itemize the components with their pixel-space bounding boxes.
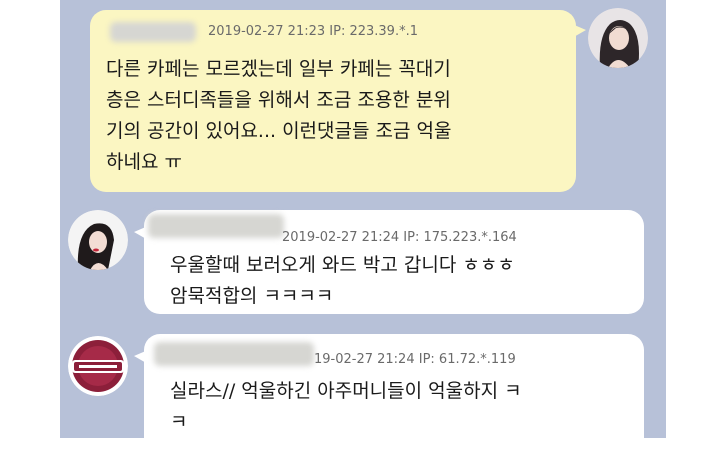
chat-bubble-2: 2019-02-27 21:24 IP: 175.223.*.164 우울할때 … bbox=[134, 210, 644, 314]
blurred-nickname bbox=[154, 342, 314, 366]
message-meta: 19-02-27 21:24 IP: 61.72.*.119 bbox=[314, 352, 516, 367]
message-line: 다른 카페는 모르겠는데 일부 카페는 꼭대기 bbox=[106, 58, 451, 80]
chat-bubble-1: 2019-02-27 21:23 IP: 223.39.*.1 다른 카페는 모… bbox=[90, 10, 586, 192]
message-line: ㅋ bbox=[170, 411, 188, 433]
message-meta: 2019-02-27 21:24 IP: 175.223.*.164 bbox=[282, 230, 517, 245]
message-line: 기의 공간이 있어요... 이런댓글들 조금 억울 bbox=[106, 120, 452, 142]
message-line: 암묵적합의 ㅋㅋㅋㅋ bbox=[170, 285, 334, 307]
chat-area: 2019-02-27 21:23 IP: 223.39.*.1 다른 카페는 모… bbox=[60, 0, 666, 438]
message-line: 실라스// 억울하긴 아주머니들이 억울하지 ㅋ bbox=[170, 380, 522, 402]
message-meta: 2019-02-27 21:23 IP: 223.39.*.1 bbox=[208, 24, 418, 39]
kiwoom-heroes-logo-icon[interactable] bbox=[68, 336, 128, 396]
profile-photo-woman-icon[interactable] bbox=[68, 210, 128, 270]
chat-bubble-3: 19-02-27 21:24 IP: 61.72.*.119 실라스// 억울하… bbox=[134, 334, 644, 438]
blurred-nickname bbox=[148, 214, 284, 238]
profile-photo-woman-icon[interactable] bbox=[588, 8, 648, 68]
blurred-nickname bbox=[110, 22, 196, 42]
message-line: 층은 스터디족들을 위해서 조금 조용한 분위 bbox=[106, 89, 451, 111]
message-line: 우울할때 보러오게 와드 박고 갑니다 ㅎㅎㅎ bbox=[170, 254, 515, 276]
message-line: 하네요 ㅠ bbox=[106, 151, 182, 173]
